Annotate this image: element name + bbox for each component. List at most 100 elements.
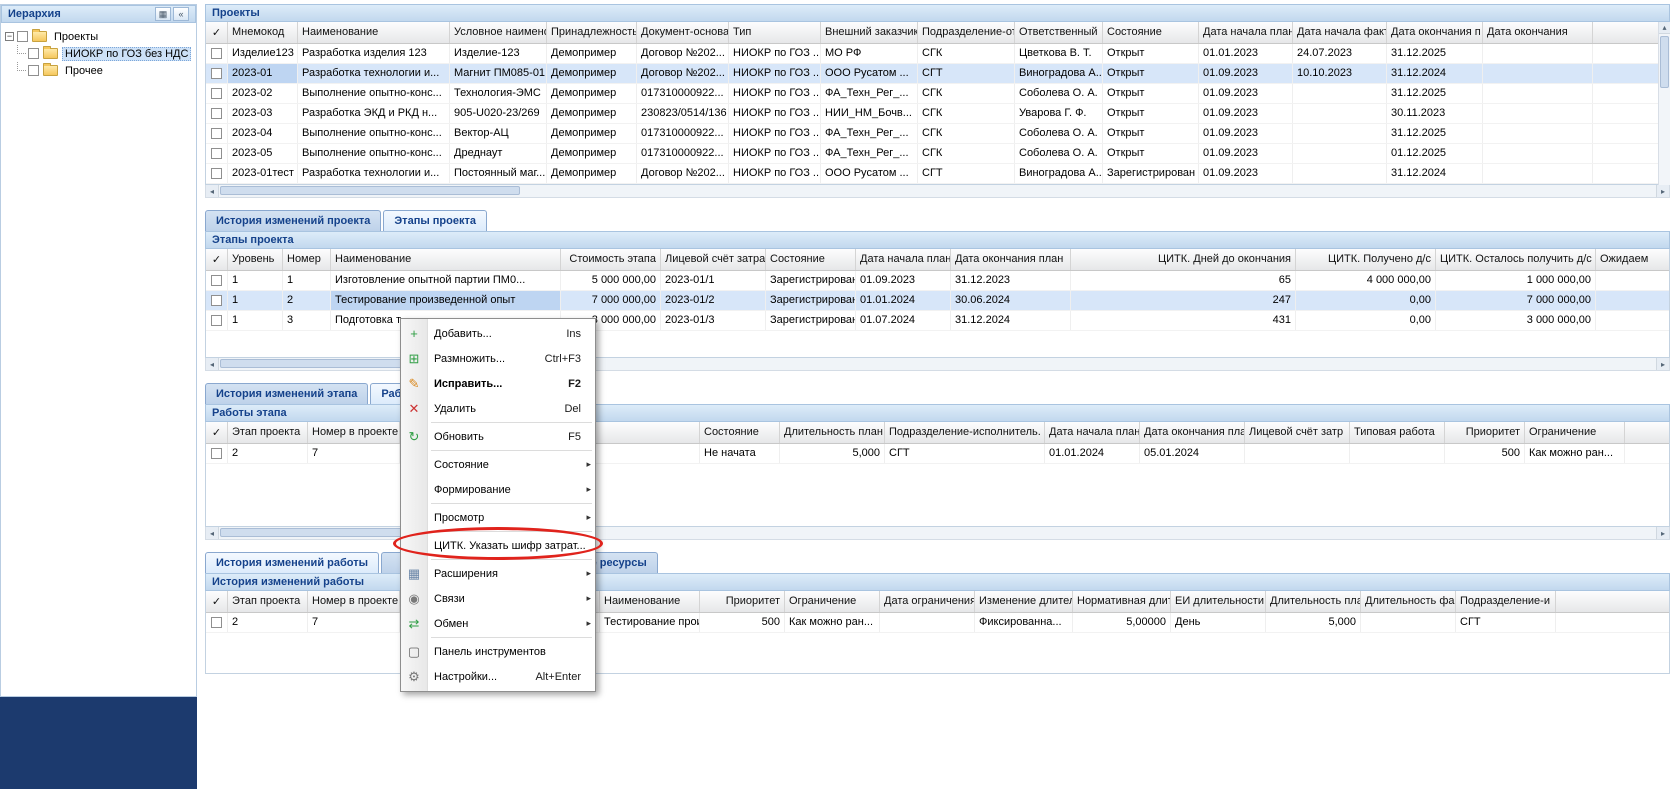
column-header-дата-начала-план[interactable]: Дата начала план. [1045, 422, 1140, 443]
vertical-scrollbar[interactable]: ▴ [1658, 22, 1670, 185]
table-row[interactable]: 2023-03Разработка ЭКД и РКД н...905-U020… [206, 104, 1669, 124]
column-header-изменение-длител[interactable]: Изменение длител [975, 591, 1073, 612]
column-header-ограничение[interactable]: Ограничение [1525, 422, 1625, 443]
tree-item-проекты[interactable]: −Проекты [1, 28, 196, 45]
column-header-item[interactable]: ✓ [206, 22, 228, 43]
column-header-лицевой-счёт-затр[interactable]: Лицевой счёт затр [1245, 422, 1350, 443]
column-header-документ-основан[interactable]: Документ-основан [637, 22, 729, 43]
column-header-этап-проекта[interactable]: Этап проекта [228, 422, 308, 443]
scroll-right-icon[interactable]: ▸ [1656, 185, 1669, 197]
tab-история-изменений-этапа[interactable]: История изменений этапа [205, 383, 368, 404]
tree-checkbox[interactable] [17, 31, 28, 42]
row-checkbox[interactable] [211, 275, 222, 286]
column-header-длительность-фак[interactable]: Длительность фак [1361, 591, 1456, 612]
row-checkbox[interactable] [211, 108, 222, 119]
column-header-подразделение-исполнитель[interactable]: Подразделение-исполнитель. [885, 422, 1045, 443]
column-header-дата-начала-факт[interactable]: Дата начала факт [1293, 22, 1387, 43]
column-header-еи-длительности[interactable]: ЕИ длительности [1171, 591, 1266, 612]
column-header-приоритет[interactable]: Приоритет [700, 591, 785, 612]
column-header-состояние[interactable]: Состояние [700, 422, 780, 443]
table-row[interactable]: 11Изготовление опытной партии ПМ0...5 00… [206, 271, 1670, 291]
row-checkbox[interactable] [211, 448, 222, 459]
column-header-дата-окончания-план[interactable]: Дата окончания план [1140, 422, 1245, 443]
row-checkbox[interactable] [211, 315, 222, 326]
table-row[interactable]: 2023-02Выполнение опытно-конс...Технолог… [206, 84, 1669, 104]
scroll-left-icon[interactable]: ◂ [206, 185, 219, 197]
tree-checkbox[interactable] [28, 65, 39, 76]
menu-item-расширения[interactable]: ▦Расширения▸ [401, 561, 595, 586]
column-header-дата-окончания[interactable]: Дата окончания [1483, 22, 1593, 43]
column-header-подразделение-и[interactable]: Подразделение-и [1456, 591, 1556, 612]
column-header-этап-проекта[interactable]: Этап проекта [228, 591, 308, 612]
column-header-ожидаем[interactable]: Ожидаем [1596, 249, 1670, 270]
column-header-мнемокод[interactable]: Мнемокод [228, 22, 298, 43]
column-header-дата-окончания-план[interactable]: Дата окончания план [951, 249, 1071, 270]
menu-item-исправить[interactable]: ✎Исправить...F2 [401, 371, 595, 396]
column-header-нормативная-длит[interactable]: Нормативная длит [1073, 591, 1171, 612]
tree-item-ниокр-по-гоз-без-ндс[interactable]: НИОКР по ГОЗ без НДС [1, 45, 196, 62]
row-checkbox[interactable] [211, 148, 222, 159]
column-header-item[interactable]: ✓ [206, 422, 228, 443]
expander-icon[interactable]: − [5, 32, 14, 41]
column-header-дата-окончания-п[interactable]: Дата окончания п [1387, 22, 1483, 43]
menu-item-цитк-указать-шифр-затрат[interactable]: ЦИТК. Указать шифр затрат... [401, 533, 595, 558]
menu-item-обмен[interactable]: ⇄Обмен▸ [401, 611, 595, 636]
column-header-номер[interactable]: Номер [283, 249, 331, 270]
column-header-ограничение[interactable]: Ограничение [785, 591, 880, 612]
column-header-длительность-план[interactable]: Длительность план▼ [780, 422, 885, 443]
table-row[interactable]: Изделие123Разработка изделия 123Изделие-… [206, 44, 1669, 64]
scroll-track[interactable] [219, 185, 1656, 197]
table-row[interactable]: 2023-01тестРазработка технологии и...Пос… [206, 164, 1669, 184]
menu-item-панель-инструментов[interactable]: ▢Панель инструментов [401, 639, 595, 664]
column-header-цитк-осталось-получить-д-с[interactable]: ЦИТК. Осталось получить д/с [1436, 249, 1596, 270]
row-checkbox[interactable] [211, 617, 222, 628]
scroll-right-icon[interactable]: ▸ [1656, 358, 1669, 370]
collapse-panel-icon[interactable]: « [173, 7, 189, 21]
table-row[interactable]: 2023-01Разработка технологии и...Магнит … [206, 64, 1669, 84]
horizontal-scrollbar[interactable]: ◂ ▸ [205, 185, 1670, 198]
menu-item-формирование[interactable]: Формирование▸ [401, 477, 595, 502]
column-header-цитк-дней-до-окончания[interactable]: ЦИТК. Дней до окончания [1071, 249, 1296, 270]
column-header-номер-в-проекте[interactable]: Номер в проекте [308, 422, 400, 443]
menu-item-размножить[interactable]: ⊞Размножить...Ctrl+F3 [401, 346, 595, 371]
row-checkbox[interactable] [211, 48, 222, 59]
row-checkbox[interactable] [211, 295, 222, 306]
menu-item-обновить[interactable]: ↻ОбновитьF5 [401, 424, 595, 449]
row-checkbox[interactable] [211, 88, 222, 99]
column-header-дата-начала-план[interactable]: Дата начала план [856, 249, 951, 270]
column-header-наименование[interactable]: Наименование [331, 249, 561, 270]
menu-item-просмотр[interactable]: Просмотр▸ [401, 505, 595, 530]
column-header-стоимость-этапа[interactable]: Стоимость этапа [561, 249, 661, 270]
column-header-цитк-получено-д-с[interactable]: ЦИТК. Получено д/с [1296, 249, 1436, 270]
column-header-состояние[interactable]: Состояние [766, 249, 856, 270]
column-header-дата-ограничения[interactable]: Дата ограничения [880, 591, 975, 612]
column-header-подразделение-от[interactable]: Подразделение-от [918, 22, 1015, 43]
tab-история-изменений-проекта[interactable]: История изменений проекта [205, 210, 381, 231]
menu-item-добавить[interactable]: +Добавить...Ins [401, 321, 595, 346]
row-checkbox[interactable] [211, 168, 222, 179]
table-row[interactable]: 2023-04Выполнение опытно-конс...Вектор-А… [206, 124, 1669, 144]
table-row[interactable]: 2023-05Выполнение опытно-конс...Дреднаут… [206, 144, 1669, 164]
menu-item-настройки[interactable]: ⚙Настройки...Alt+Enter [401, 664, 595, 689]
column-header-уровень[interactable]: Уровень [228, 249, 283, 270]
column-header-item[interactable]: ✓ [206, 249, 228, 270]
column-header-состояние[interactable]: Состояние [1103, 22, 1199, 43]
tab-история-изменений-работы[interactable]: История изменений работы [205, 552, 379, 573]
column-header-item[interactable]: ✓ [206, 591, 228, 612]
column-header-номер-в-проекте[interactable]: Номер в проекте [308, 591, 400, 612]
column-header-лицевой-счёт-затрат[interactable]: Лицевой счёт затрат: [661, 249, 766, 270]
scroll-left-icon[interactable]: ◂ [206, 527, 219, 539]
scroll-thumb[interactable] [1660, 36, 1669, 88]
scroll-up-icon[interactable]: ▴ [1659, 22, 1670, 34]
row-checkbox[interactable] [211, 68, 222, 79]
row-checkbox[interactable] [211, 128, 222, 139]
scroll-right-icon[interactable]: ▸ [1656, 527, 1669, 539]
tree-checkbox[interactable] [28, 48, 39, 59]
column-header-типовая-работа[interactable]: Типовая работа [1350, 422, 1445, 443]
menu-item-связи[interactable]: ◉Связи▸ [401, 586, 595, 611]
column-header-длительность-пла[interactable]: Длительность пла [1266, 591, 1361, 612]
column-header-условное-наименова[interactable]: Условное наименова [450, 22, 547, 43]
tab-этапы-проекта[interactable]: Этапы проекта [383, 210, 487, 231]
column-header-внешний-заказчик[interactable]: Внешний заказчик [821, 22, 918, 43]
tree-item-прочее[interactable]: Прочее [1, 62, 196, 79]
